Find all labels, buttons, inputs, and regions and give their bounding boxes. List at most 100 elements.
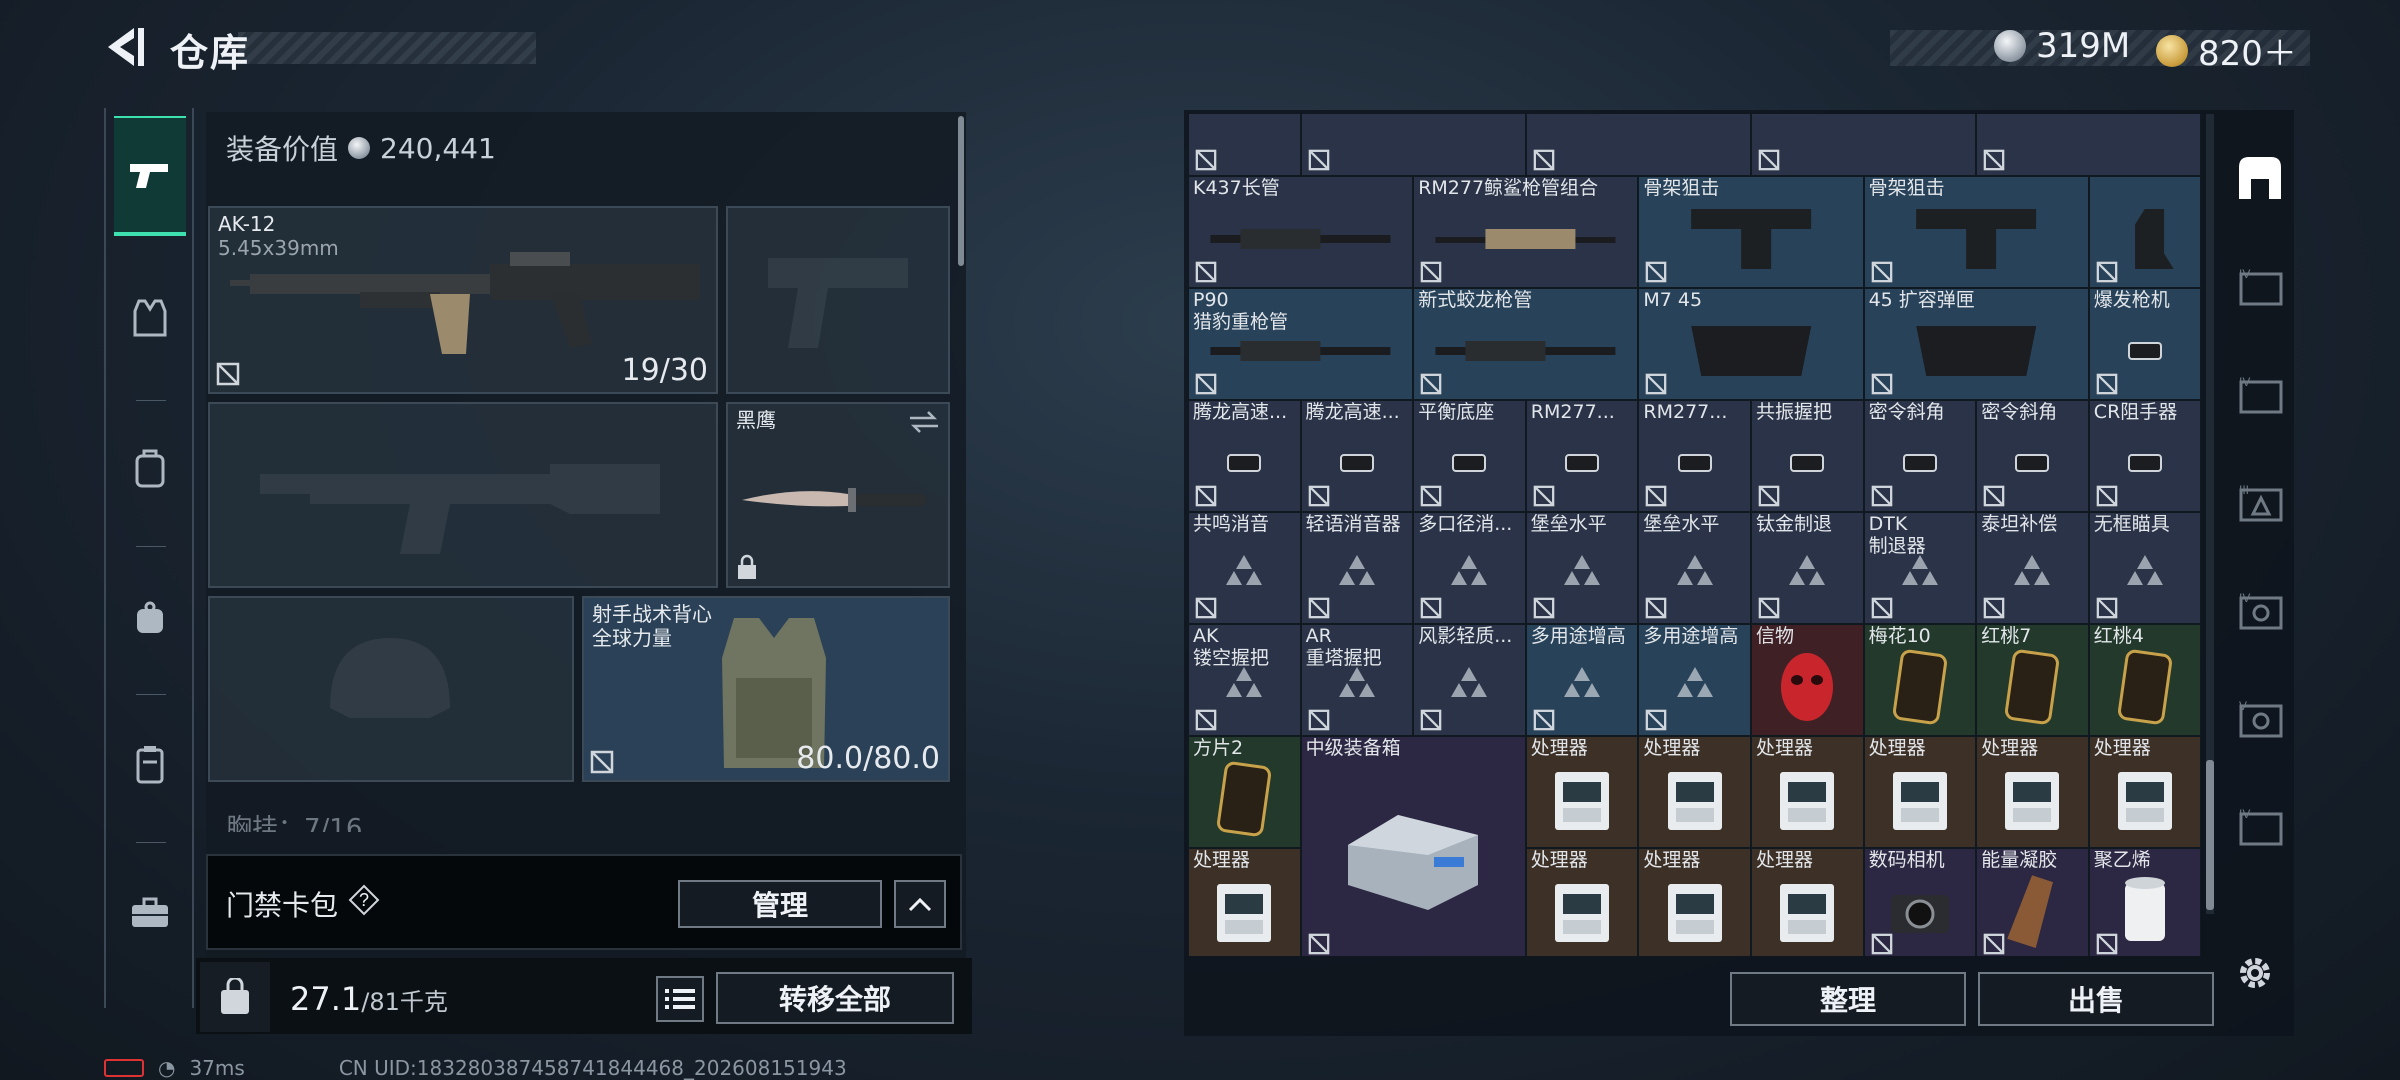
storage-item[interactable]: 红桃7 [1976,624,2089,736]
storage-item[interactable]: 无框瞄具 [2088,512,2202,624]
storage-item[interactable]: 新式蛟龙枪管 [1413,288,1639,400]
storage-item[interactable] [2088,176,2202,288]
nav-backpack[interactable] [114,408,186,528]
pistol-slot[interactable] [726,206,950,394]
storage-item[interactable]: 处理器 [1525,736,1639,848]
storage-item[interactable]: RM277... [1638,400,1751,512]
storage-item[interactable]: 处理器 [1525,848,1639,956]
storage-item[interactable]: 腾龙高速... [1300,400,1414,512]
storage-item-name: 数码相机 [1868,849,1945,871]
nav-toolbox[interactable] [114,852,186,972]
nav-safe-box[interactable] [2230,148,2290,208]
settings-gear-icon[interactable] [2234,952,2276,994]
storage-item[interactable] [2201,114,2202,176]
back-arrow-icon[interactable] [100,22,146,72]
storage-item-name: DTK 制退器 [1868,513,1926,557]
storage-item[interactable]: CR阻手器 [2088,400,2202,512]
nav-pouch[interactable] [114,558,186,678]
storage-item[interactable]: 处理器 [1976,736,2089,848]
battery-icon [104,1059,144,1077]
storage-item[interactable]: 处理器 [1863,736,1977,848]
storage-item[interactable]: 骨架狙击 [1638,176,1864,288]
storage-item[interactable]: 密令斜角 [1863,400,1977,512]
storage-item[interactable]: 密令斜角 [1976,400,2089,512]
storage-item[interactable]: 处理器 [1188,848,1301,956]
storage-item[interactable]: DTK 制退器 [1863,512,1977,624]
storage-item[interactable]: 腾龙高速... [1188,400,1301,512]
storage-item[interactable]: 多用途增高 [1638,624,1751,736]
storage-item[interactable]: 红桃4 [2088,624,2202,736]
storage-item[interactable]: 钛金制退 [1751,512,1864,624]
sell-button[interactable]: 出售 [1978,972,2214,1026]
storage-item[interactable]: 处理器 [1638,736,1751,848]
help-icon[interactable]: ? [348,884,380,916]
nav-locker[interactable] [114,704,186,824]
melee-slot[interactable]: 黑鹰 [726,402,950,588]
storage-item[interactable]: P90 猎豹重枪管 [1188,288,1414,400]
storage-item[interactable] [1300,114,1526,176]
storage-item[interactable]: K437长管 [1188,176,1414,288]
storage-item[interactable]: 梅花10 [1863,624,1977,736]
storage-item[interactable]: 聚乙烯 [2088,848,2202,956]
armor-slot[interactable]: 射手战术背心 全球力量 80.0/80.0 [582,596,950,782]
nav-weapons[interactable] [114,116,186,236]
collapse-button[interactable] [894,880,946,928]
no-sell-icon [1420,261,1442,283]
storage-item[interactable]: 骨架狙击 [1863,176,2089,288]
storage-item[interactable]: AR 重塔握把 [1300,624,1414,736]
storage-item[interactable]: 多用途增高 [1525,624,1639,736]
storage-item[interactable]: 泰坦补偿 [1976,512,2089,624]
nav-case-4[interactable]: IV [2230,580,2290,640]
storage-item[interactable]: 处理器 [1751,736,1864,848]
storage-item[interactable] [1976,114,2202,176]
storage-item[interactable]: 信物 [1751,624,1864,736]
storage-item[interactable]: 能量凝胶 [1976,848,2089,956]
nav-case-2[interactable]: IV [2230,364,2290,424]
storage-item[interactable]: 共振握把 [1751,400,1864,512]
primary-weapon-slot[interactable]: AK-12 5.45x39mm 19/30 [208,206,718,394]
storage-item-name: CR阻手器 [2093,401,2178,423]
storage-item[interactable]: 处理器 [1638,848,1751,956]
silver-currency[interactable]: 319M [1994,26,2130,66]
storage-item[interactable] [1525,114,1751,176]
storage-item[interactable]: 方片2 [1188,736,1301,848]
storage-item[interactable]: 多口径消... [1413,512,1526,624]
sort-button[interactable]: 整理 [1730,972,1966,1026]
nav-case-1[interactable]: IV [2230,256,2290,316]
storage-item[interactable] [1751,114,1977,176]
storage-item[interactable]: RM277鲸鲨枪管组合 [1413,176,1639,288]
storage-item[interactable]: 轻语消音器 [1300,512,1414,624]
gold-currency[interactable]: 820＋ [2156,26,2297,75]
storage-item-name: 无框瞄具 [2093,513,2170,535]
storage-item[interactable]: 中级装备箱 [1300,736,1526,956]
storage-item[interactable]: 处理器 [2088,736,2202,848]
transfer-all-button[interactable]: 转移全部 [716,972,954,1024]
nav-case-3[interactable]: III [2230,472,2290,532]
container-nav: IV IV III IV V IV [2220,110,2300,930]
storage-item[interactable]: 平衡底座 [1413,400,1526,512]
storage-item[interactable]: 爆发枪机 [2088,288,2202,400]
storage-item[interactable]: 45 扩容弹匣 [1863,288,2089,400]
silver-amount: 319M [2036,26,2131,66]
storage-item[interactable]: AK 镂空握把 [1188,624,1301,736]
equipment-scrollbar[interactable] [958,116,964,266]
storage-item[interactable]: 共鸣消音 [1188,512,1301,624]
storage-item[interactable]: RM277... [1525,400,1639,512]
storage-item[interactable]: 堡垒水平 [1638,512,1751,624]
nav-case-6[interactable]: IV [2230,796,2290,856]
storage-item[interactable]: 数码相机 [1863,848,1977,956]
storage-item[interactable]: 风影轻质... [1413,624,1526,736]
secondary-weapon-slot[interactable] [208,402,718,588]
nav-case-5[interactable]: V [2230,688,2290,748]
storage-item[interactable]: 堡垒水平 [1525,512,1639,624]
storage-scrollbar[interactable] [2206,760,2214,910]
manage-button[interactable]: 管理 [678,880,882,928]
nav-vest[interactable] [114,258,186,378]
storage-item[interactable] [1188,114,1301,176]
storage-item[interactable]: M7 45 [1638,288,1864,400]
bag-lock-button[interactable] [200,962,270,1032]
swap-icon[interactable] [908,410,940,434]
helmet-slot[interactable] [208,596,574,782]
storage-item[interactable]: 处理器 [1751,848,1864,956]
list-view-button[interactable] [656,976,704,1022]
